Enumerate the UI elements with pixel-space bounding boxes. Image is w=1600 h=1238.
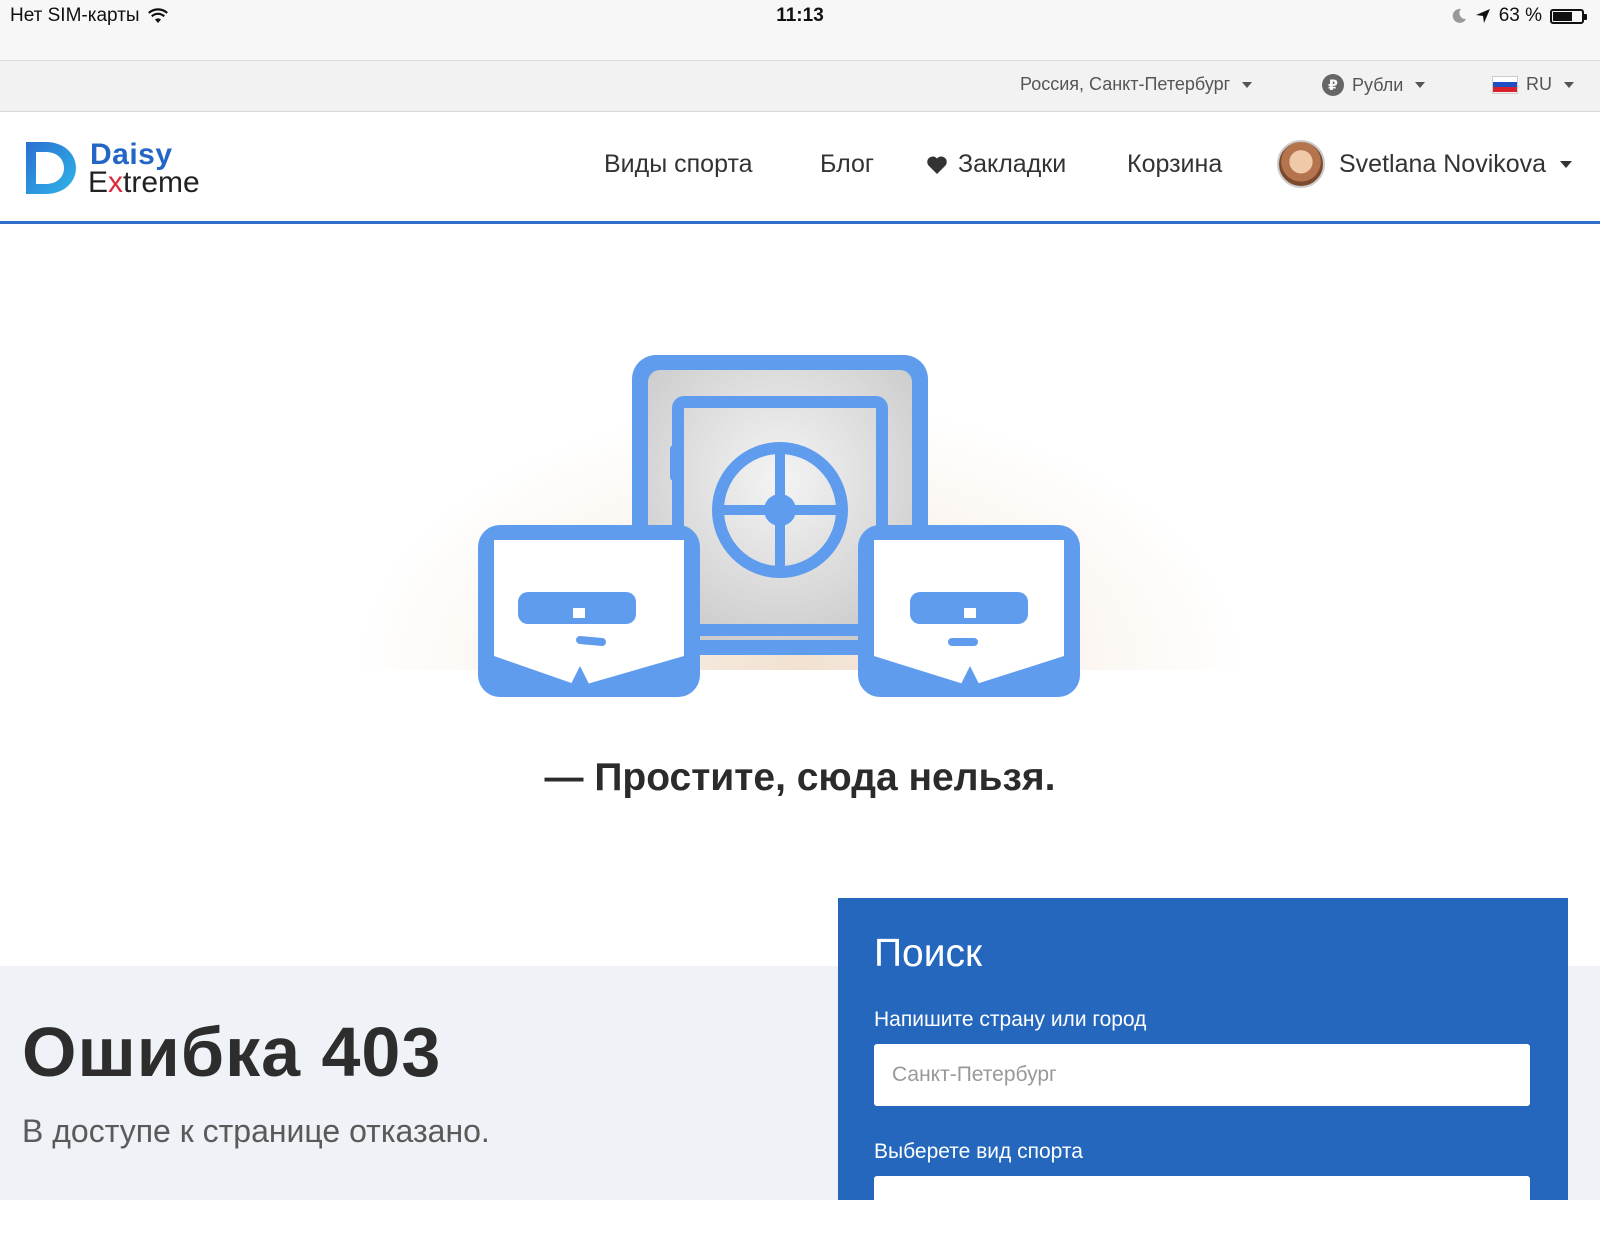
guard-left-icon [478,525,700,697]
nav-sports-label: Виды спорта [604,150,753,178]
nav-bookmarks-label: Закладки [958,150,1067,178]
search-title: Поиск [874,932,983,975]
avatar [1277,140,1325,188]
nav-blog[interactable]: Блог [820,150,874,179]
error-title: Ошибка 403 [22,1013,442,1091]
site-header: Daisy Extreme Виды спорта Блог Закладки … [0,112,1600,224]
logo-mark-icon [26,142,76,194]
utility-bar: Россия, Санкт-Петербург ₽ Рубли RU [0,60,1600,112]
search-panel: Поиск Напишите страну или город Выберете… [838,898,1568,1238]
sport-select[interactable] [874,1176,1530,1238]
battery-percent: 63 % [1498,5,1542,26]
clock: 11:13 [776,5,824,26]
logo[interactable]: Daisy Extreme [22,136,222,200]
nav-sports[interactable]: Виды спорта [604,150,753,179]
language-selector[interactable]: RU [1492,74,1574,95]
currency-selector[interactable]: ₽ Рубли [1322,74,1426,96]
nav-blog-label: Блог [820,150,875,178]
guard-right-icon [858,525,1080,697]
logo-text-extreme: Extreme [88,166,200,199]
nav-bookmarks[interactable]: Закладки [926,150,1066,179]
location-arrow-icon [1475,9,1490,23]
hero-caption: — Простите, сюда нельзя. [544,756,1056,799]
user-name: Svetlana Novikova [1339,149,1547,178]
location-field-label: Напишите страну или город [874,1008,1147,1031]
russia-flag-icon [1492,75,1518,94]
chevron-down-icon [1564,81,1574,88]
location-input[interactable] [874,1044,1530,1106]
chevron-down-icon [1415,82,1426,88]
ruble-icon: ₽ [1322,74,1344,96]
chevron-down-icon [1560,160,1573,168]
sport-field-label: Выберете вид спорта [874,1140,1083,1163]
status-right: 63 % [1451,5,1587,27]
status-bar: Нет SIM-карты 11:13 63 % [0,0,1600,60]
error-subtitle: В доступе к странице отказано. [22,1113,490,1149]
location-label: Россия, Санкт-Петербург [1020,74,1231,94]
currency-label: Рубли [1352,74,1404,95]
chevron-down-icon [1242,81,1253,88]
battery-icon [1550,8,1587,24]
safe-guards-illustration [478,355,1080,697]
nav-cart-label: Корзина [1127,150,1223,178]
moon-icon [1452,8,1466,23]
location-selector[interactable]: Россия, Санкт-Петербург [1020,74,1253,95]
user-menu[interactable]: Svetlana Novikova [1277,140,1573,188]
heart-icon [927,155,947,174]
language-label: RU [1526,74,1552,94]
nav-cart[interactable]: Корзина [1127,150,1222,179]
